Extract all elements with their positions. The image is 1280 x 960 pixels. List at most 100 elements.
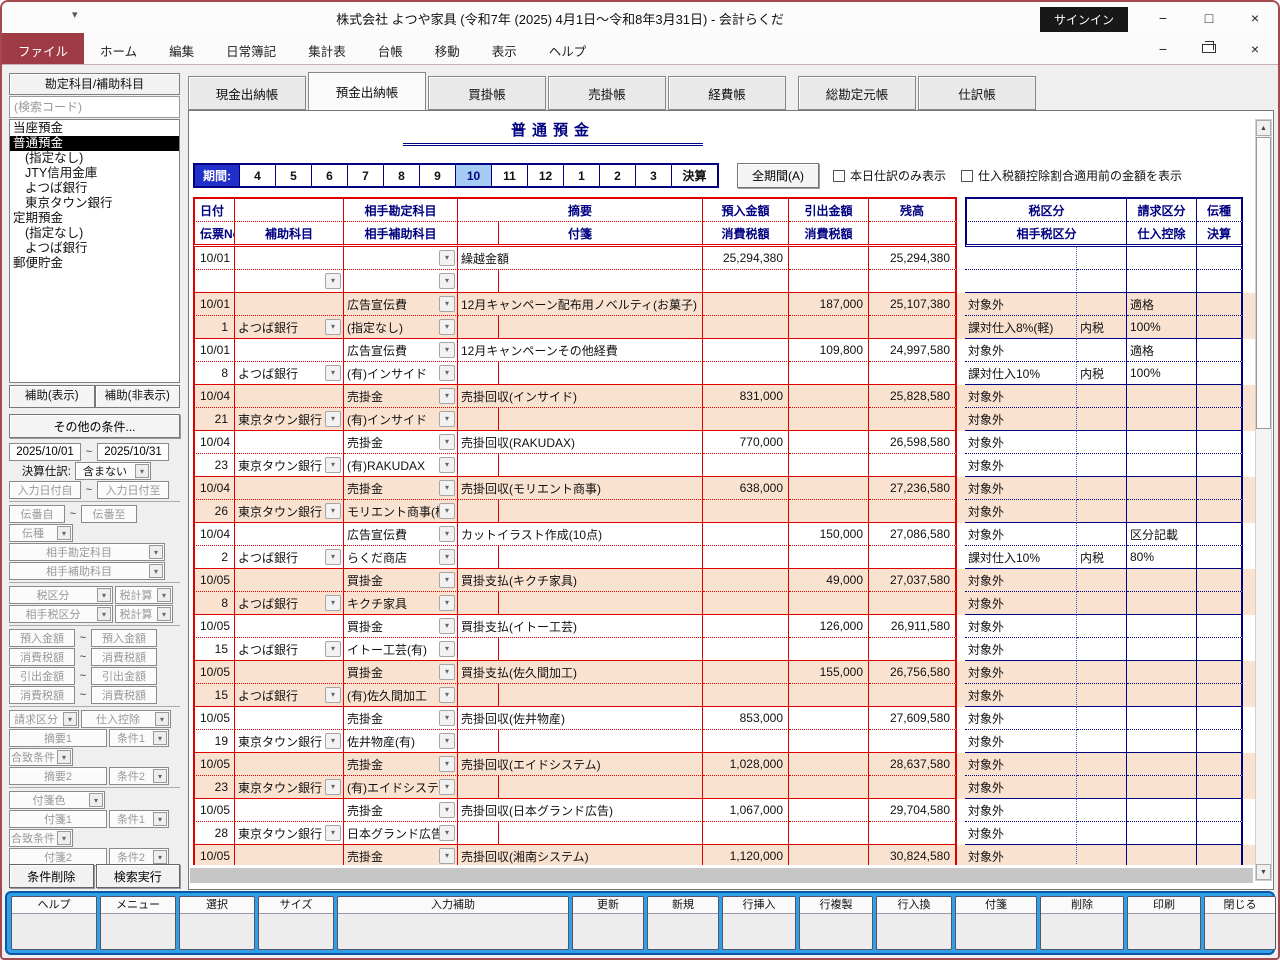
cell-deposit[interactable]: 831,000	[703, 385, 789, 408]
cell-shiire[interactable]	[1127, 730, 1197, 753]
cell-deposit-tax[interactable]	[703, 684, 789, 707]
cell-balance-sub[interactable]	[869, 454, 957, 477]
doc-minimize-icon[interactable]: −	[1156, 41, 1170, 57]
cell-tekiyo[interactable]: 売掛回収(湘南システム)	[458, 845, 703, 865]
cell-voucher-no[interactable]: 26	[193, 500, 235, 523]
cell-aite-hojo[interactable]: (有)インサイド▾	[344, 362, 458, 385]
cell-seikyu[interactable]	[1127, 477, 1197, 500]
cell-shiire[interactable]: 100%	[1127, 316, 1197, 339]
cell-hojo[interactable]: よつば銀行▾	[235, 592, 344, 615]
cell-denshu[interactable]	[1197, 293, 1243, 316]
cell-zeikubun[interactable]: 対象外	[965, 799, 1077, 822]
cell-dropdown-icon[interactable]: ▾	[439, 618, 455, 634]
dropdown-icon[interactable]: ▾	[153, 731, 167, 745]
cell-date[interactable]: 10/04	[193, 477, 235, 500]
cell-voucher-no[interactable]: 28	[193, 822, 235, 845]
cell-zeikubun[interactable]: 対象外	[965, 569, 1077, 592]
cell-dropdown-icon[interactable]: ▾	[325, 549, 341, 565]
cell-dropdown-icon[interactable]: ▾	[439, 273, 455, 289]
cell-naizei-top[interactable]	[1077, 247, 1127, 270]
account-item[interactable]: (指定なし)	[10, 151, 179, 166]
cell-balance-sub[interactable]	[869, 730, 957, 753]
filter-shiire-kojo[interactable]: 仕入控除▾	[81, 710, 171, 728]
cell-seikyu[interactable]	[1127, 569, 1197, 592]
maximize-icon[interactable]: □	[1202, 10, 1216, 26]
cell-withdraw[interactable]: 155,000	[789, 661, 869, 684]
menu-item-5[interactable]: 台帳	[362, 33, 419, 64]
cell-aite-kanjo[interactable]: 売掛金▾	[344, 753, 458, 776]
filter-zeikubun[interactable]: 税区分▾	[9, 586, 113, 604]
account-item[interactable]: (指定なし)	[10, 226, 179, 241]
cell-withdraw-tax[interactable]	[789, 822, 869, 845]
account-item[interactable]: 東京タウン銀行	[10, 196, 179, 211]
filter-input-date-to[interactable]: 入力日付至	[97, 481, 169, 499]
cell-dropdown-icon[interactable]: ▾	[439, 526, 455, 542]
cell-fusen[interactable]	[458, 822, 703, 845]
filter-aite-zeikubun[interactable]: 相手税区分▾	[9, 605, 113, 623]
cell-shiire[interactable]	[1127, 684, 1197, 707]
cell-deposit[interactable]	[703, 661, 789, 684]
cell-zeikubun[interactable]: 対象外	[965, 431, 1077, 454]
filter-fusen-1[interactable]: 付箋1	[9, 810, 107, 828]
cell-dropdown-icon[interactable]: ▾	[325, 687, 341, 703]
cell-kessan[interactable]	[1197, 270, 1243, 293]
filter-date-to[interactable]: 2025/10/31	[97, 443, 169, 461]
cell-shiire[interactable]	[1127, 638, 1197, 661]
pre-deduction-checkbox[interactable]: 仕入税額控除割合適用前の金額を表示	[961, 167, 1182, 184]
cell-dropdown-icon[interactable]: ▾	[439, 296, 455, 312]
scrollbar-thumb[interactable]	[1256, 137, 1271, 429]
cell-seikyu[interactable]	[1127, 845, 1197, 865]
cell-naizei[interactable]	[1077, 454, 1127, 477]
cell-tekiyo[interactable]: 12月キャンペーンその他経費	[458, 339, 703, 362]
cell-naizei[interactable]	[1077, 270, 1127, 293]
scroll-down-icon[interactable]: ▼	[1256, 864, 1271, 880]
cell-naizei[interactable]	[1077, 822, 1127, 845]
cell-dropdown-icon[interactable]: ▾	[439, 342, 455, 358]
cell-withdraw[interactable]	[789, 707, 869, 730]
cell-shiire[interactable]	[1127, 822, 1197, 845]
cell-seikyu[interactable]	[1127, 707, 1197, 730]
menu-item-4[interactable]: 集計表	[292, 33, 362, 64]
cell-fusen[interactable]	[458, 454, 703, 477]
cell-fusen[interactable]	[458, 776, 703, 799]
cell-tekiyo[interactable]: 売掛回収(佐井物産)	[458, 707, 703, 730]
period-month-1[interactable]: 1	[563, 165, 599, 186]
cell-dropdown-icon[interactable]: ▾	[439, 825, 455, 841]
cell-withdraw-tax[interactable]	[789, 362, 869, 385]
cell-seikyu[interactable]	[1127, 385, 1197, 408]
cell-deposit[interactable]: 1,028,000	[703, 753, 789, 776]
other-conditions-button[interactable]: その他の条件...	[9, 414, 180, 438]
cell-hojo[interactable]: よつば銀行▾	[235, 638, 344, 661]
cell-denshu[interactable]	[1197, 523, 1243, 546]
cell-fusen[interactable]	[458, 408, 703, 431]
cell-withdraw-tax[interactable]	[789, 500, 869, 523]
cell-withdraw-tax[interactable]	[789, 684, 869, 707]
filter-fusen-cond-1[interactable]: 条件1▾	[109, 810, 169, 828]
account-item[interactable]: 普通預金	[10, 136, 179, 151]
tab-1[interactable]: 預金出納帳	[308, 72, 426, 110]
cell-date[interactable]: 10/04	[193, 523, 235, 546]
menu-item-0[interactable]: ファイル	[2, 33, 84, 64]
cell-dropdown-icon[interactable]: ▾	[325, 595, 341, 611]
period-month-10[interactable]: 10	[455, 165, 491, 186]
cell-denshu[interactable]	[1197, 431, 1243, 454]
cell-withdraw-tax[interactable]	[789, 316, 869, 339]
cell-tekiyo[interactable]: 売掛回収(日本グランド広告)	[458, 799, 703, 822]
cell-aite-zeikubun[interactable]: 課対仕入10%	[965, 362, 1077, 385]
scroll-up-icon[interactable]: ▲	[1256, 120, 1271, 136]
cell-kessan[interactable]	[1197, 408, 1243, 431]
checkbox-icon[interactable]	[833, 170, 845, 182]
cell-hojo[interactable]: よつば銀行▾	[235, 546, 344, 569]
filter-voucher-to[interactable]: 伝番至	[81, 505, 137, 523]
cell-shiire[interactable]	[1127, 500, 1197, 523]
cell-denshu[interactable]	[1197, 569, 1243, 592]
cell-seikyu[interactable]: 区分記載	[1127, 523, 1197, 546]
dropdown-icon[interactable]: ▾	[155, 712, 169, 726]
cell-balance[interactable]: 27,086,580	[869, 523, 957, 546]
run-search-button[interactable]: 検索実行	[96, 864, 181, 888]
cell-withdraw[interactable]: 126,000	[789, 615, 869, 638]
cell-date[interactable]: 10/01	[193, 339, 235, 362]
cell-aite-zeikubun[interactable]: 対象外	[965, 822, 1077, 845]
cell-deposit-tax[interactable]	[703, 592, 789, 615]
cell-dropdown-icon[interactable]: ▾	[439, 503, 455, 519]
